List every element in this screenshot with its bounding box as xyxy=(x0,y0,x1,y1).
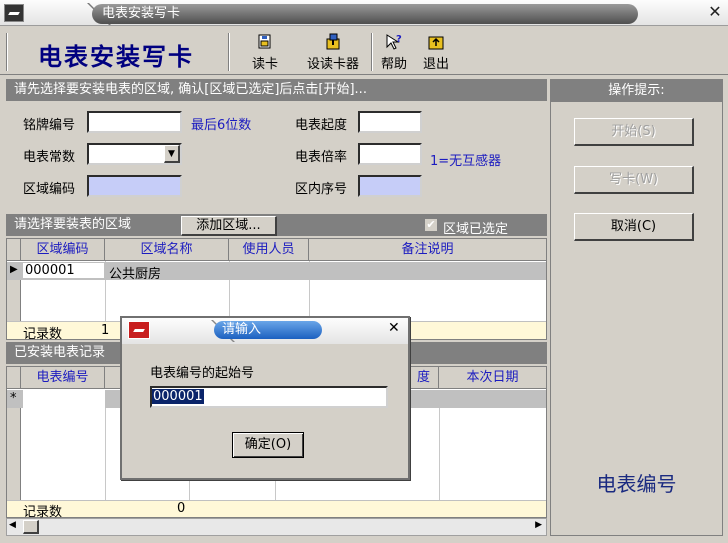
start-reading-input[interactable] xyxy=(358,111,422,133)
ok-button[interactable]: 确定(O) xyxy=(232,432,304,458)
scroll-right-icon[interactable]: ▶ xyxy=(535,520,542,530)
exit-icon xyxy=(428,36,444,50)
area-code-input[interactable] xyxy=(87,175,182,197)
add-area-button[interactable]: 添加区域... xyxy=(181,216,277,236)
current-row-arrow-icon: ▶ xyxy=(10,264,18,275)
nameplate-input[interactable] xyxy=(87,111,182,133)
note-column-header[interactable]: 备注说明 xyxy=(309,239,546,261)
card-reader-icon xyxy=(258,34,271,49)
area-code-label: 区域编码 xyxy=(23,182,76,197)
row-indicator-header xyxy=(7,239,21,261)
dialog-titlebar: 请输入 ✕ xyxy=(122,318,408,344)
exit-label: 退出 xyxy=(422,57,449,72)
svg-text:?: ? xyxy=(396,34,402,45)
meter-number-column-header[interactable]: 电表编号 xyxy=(21,367,105,389)
window-titlebar: 电表安装写卡 ✕ xyxy=(0,0,728,26)
start-button[interactable]: 开始(S) xyxy=(574,118,694,146)
toolbar-separator xyxy=(371,33,373,71)
help-icon: ? xyxy=(386,34,402,50)
set-reader-label: 设读卡器 xyxy=(306,57,359,72)
set-reader-button[interactable]: 设读卡器 xyxy=(300,33,366,73)
app-logo-icon xyxy=(4,4,24,22)
chevron-down-icon[interactable]: ▼ xyxy=(164,145,180,163)
area-confirmed-checkbox[interactable]: ✔ xyxy=(424,218,438,232)
form-instruction-header: 请先选择要安装电表的区域, 确认[区域已选定]后点击[开始]... xyxy=(6,79,547,101)
operation-hint-text: 电表编号 xyxy=(596,472,677,496)
area-seq-label: 区内序号 xyxy=(295,182,348,197)
area-seq-input[interactable] xyxy=(358,175,422,197)
dialog-title: 请输入 xyxy=(214,321,322,339)
table-row[interactable]: ▶ 000001 公共厨房 xyxy=(7,262,546,282)
side-panel-header: 操作提示: xyxy=(551,80,722,102)
area-count-label: 记录数 xyxy=(23,327,63,342)
start-number-input[interactable]: 000001 xyxy=(150,386,388,408)
cancel-button[interactable]: 取消(C) xyxy=(574,213,694,241)
new-row-marker: * xyxy=(10,391,17,406)
page-title: 电表安装写卡 xyxy=(38,43,194,71)
area-count-value: 1 xyxy=(101,323,110,338)
area-code-cell: 000001 xyxy=(23,263,104,278)
toolbar: 电表安装写卡 读卡 设读卡器 ? 帮助 退出 xyxy=(0,27,728,75)
start-number-value: 000001 xyxy=(152,389,204,404)
read-card-button[interactable]: 读卡 xyxy=(246,33,284,73)
area-name-cell: 公共厨房 xyxy=(109,267,162,282)
area-section-title: 请选择要装表的区域 xyxy=(14,217,132,232)
area-code-column-header[interactable]: 区域编码 xyxy=(21,239,105,261)
nameplate-label: 铭牌编号 xyxy=(23,118,76,133)
row-indicator-header xyxy=(7,367,21,389)
side-panel: 操作提示: 开始(S) 写卡(W) 取消(C) 电表编号 xyxy=(550,79,723,536)
exit-button[interactable]: 退出 xyxy=(418,33,454,73)
dialog-prompt: 电表编号的起始号 xyxy=(150,366,255,381)
nameplate-hint: 最后6位数 xyxy=(191,118,252,133)
constant-label: 电表常数 xyxy=(23,150,76,165)
start-reading-label: 电表起度 xyxy=(295,118,348,133)
installed-count-footer: 记录数 0 xyxy=(7,500,546,520)
ratio-input[interactable] xyxy=(358,143,422,165)
help-button[interactable]: ? 帮助 xyxy=(376,33,412,73)
scroll-thumb[interactable] xyxy=(23,520,39,534)
input-dialog: 请输入 ✕ 电表编号的起始号 000001 确定(O) xyxy=(120,316,410,480)
read-card-label: 读卡 xyxy=(251,57,278,72)
scroll-left-icon[interactable]: ◀ xyxy=(9,520,16,530)
user-column-header[interactable]: 使用人员 xyxy=(229,239,309,261)
date-column-header[interactable]: 本次日期 xyxy=(439,367,546,389)
window-title: 电表安装写卡 xyxy=(92,4,638,24)
dialog-close-icon[interactable]: ✕ xyxy=(388,320,400,336)
ratio-hint: 1=无互感器 xyxy=(430,154,502,169)
close-icon[interactable]: ✕ xyxy=(705,2,725,22)
toolbar-separator xyxy=(6,33,8,71)
horizontal-scrollbar[interactable]: ◀ ▶ xyxy=(6,518,547,536)
card-reader-settings-icon xyxy=(326,33,340,50)
ratio-label: 电表倍率 xyxy=(295,150,348,165)
toolbar-separator xyxy=(228,33,230,71)
write-card-button[interactable]: 写卡(W) xyxy=(574,166,694,194)
constant-select[interactable]: ▼ xyxy=(87,143,182,165)
help-label: 帮助 xyxy=(380,57,407,72)
area-confirmed-label: 区域已选定 xyxy=(443,222,509,237)
area-name-column-header[interactable]: 区域名称 xyxy=(105,239,229,261)
installed-count-value: 0 xyxy=(177,501,186,516)
